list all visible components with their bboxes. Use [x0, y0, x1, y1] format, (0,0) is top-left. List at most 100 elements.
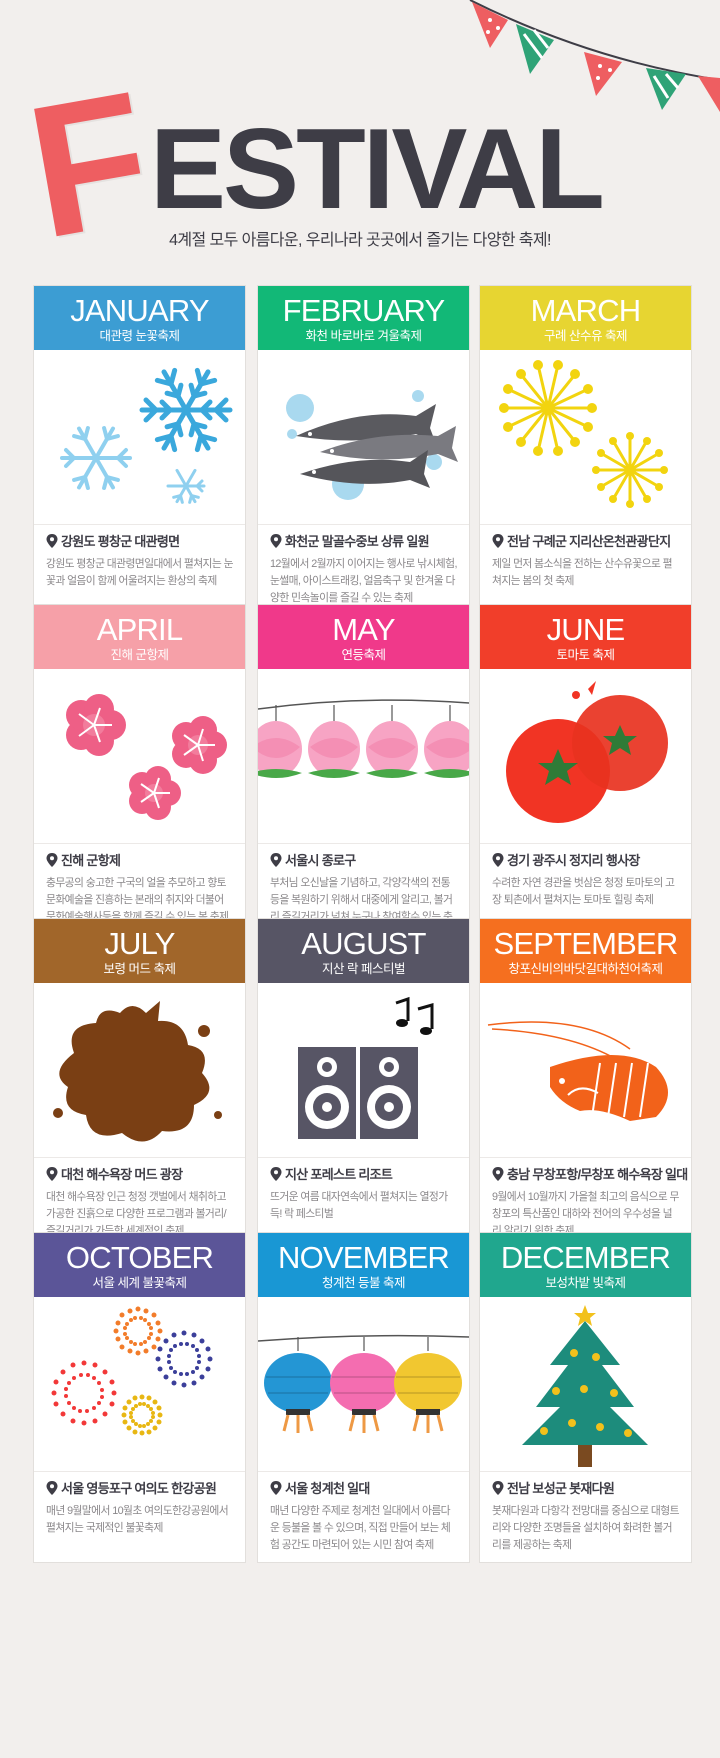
festival-card-september: SEPTEMBER 창포신비의바닷길대하천어축제 충남 무창포항/무창포 해수욕… [480, 919, 691, 1248]
month-header: JULY 보령 머드 축제 [34, 919, 245, 983]
location-text: 서울시 종로구 [285, 853, 356, 868]
month-header: NOVEMBER 청계천 등불 축제 [258, 1233, 469, 1297]
festival-name: 서울 세계 불꽃축제 [92, 1276, 187, 1290]
festival-card-february: FEBRUARY 화천 바로바로 겨울축제 화천군 말골수중보 상류 일원 12… [258, 286, 469, 615]
festival-location: 강원도 평창군 대관령면 [46, 533, 233, 551]
speaker-icon [298, 996, 434, 1139]
month-name: NOVEMBER [277, 1240, 450, 1275]
month-name: OCTOBER [65, 1240, 214, 1275]
location-pin-icon [46, 534, 58, 548]
location-pin-icon [46, 1167, 58, 1181]
month-name: JULY [104, 926, 175, 961]
festival-card-october: OCTOBER 서울 세계 불꽃축제 서울 영등포구 여의도 한강공원 매년 9… [34, 1233, 245, 1562]
month-header: OCTOBER 서울 세계 불꽃축제 [34, 1233, 245, 1297]
festival-illustration [480, 350, 691, 525]
festival-location: 지산 포레스트 리조트 [270, 1166, 457, 1184]
festival-illustration [258, 669, 469, 844]
festival-name: 창포신비의바닷길대하천어축제 [508, 962, 663, 976]
location-pin-icon [492, 1167, 504, 1181]
fireworks-icon [51, 1306, 213, 1436]
location-text: 전남 보성군 봇재다원 [507, 1481, 615, 1496]
festival-info: 서울 영등포구 여의도 한강공원 매년 9월말에서 10월초 여의도한강공원에서… [34, 1472, 245, 1537]
festival-description: 강원도 평창군 대관령면일대에서 펼쳐지는 눈꽃과 얼음이 함께 어울려지는 환… [46, 558, 234, 587]
festival-card-june: JUNE 토마토 축제 경기 광주시 정지리 행사장 수려한 자연 경관을 벗삼… [480, 605, 691, 934]
festival-name: 구례 산수유 축제 [544, 329, 627, 343]
month-header: DECEMBER 보성차밭 빛축제 [480, 1233, 691, 1297]
festival-card-july: JULY 보령 머드 축제 대천 해수욕장 머드 광장 대천 해수욕장 인근 청… [34, 919, 245, 1248]
festival-illustration [34, 1297, 245, 1472]
month-name: FEBRUARY [282, 293, 446, 328]
festival-card-april: APRIL 진해 군항제 진해 군항제 충무공의 숭고한 구국의 얼을 추모하고… [34, 605, 245, 934]
festival-card-may: MAY 연등축제 서울시 종로구 부처님 오신날을 기념하고, 각양각색의 전통… [258, 605, 469, 940]
mud-splash-icon [53, 1001, 222, 1142]
cherry-blossom-icon [66, 694, 227, 820]
festival-illustration [34, 669, 245, 844]
festival-illustration [258, 350, 469, 525]
month-name: AUGUST [301, 926, 426, 961]
month-header: MAY 연등축제 [258, 605, 469, 669]
festival-location: 진해 군항제 [46, 852, 233, 870]
festival-info: 서울 청계천 일대 매년 다양한 주제로 청계천 일대에서 아름다운 등불을 볼… [258, 1472, 469, 1554]
festival-description: 매년 다양한 주제로 청계천 일대에서 아름다운 등불을 볼 수 있으며, 직접… [270, 1505, 451, 1551]
month-header: JUNE 토마토 축제 [480, 605, 691, 669]
location-pin-icon [270, 534, 282, 548]
festival-info: 대천 해수욕장 머드 광장 대천 해수욕장 인근 청정 갯벌에서 채취하고 가공… [34, 1158, 245, 1240]
festival-location: 경기 광주시 정지리 행사장 [492, 852, 679, 870]
festival-info: 경기 광주시 정지리 행사장 수려한 자연 경관을 벗삼은 청정 토마토의 고장… [480, 844, 691, 909]
festival-card-march: MARCH 구례 산수유 축제 전남 구례군 지리산온천관광단지 제일 먼저 봄… [480, 286, 691, 615]
festival-location: 충남 무창포항/무창포 해수욕장 일대 [492, 1166, 688, 1184]
festival-illustration [34, 983, 245, 1158]
festival-card-august: AUGUST 지산 락 페스티벌 지산 포레스트 리조트 뜨거운 여름 대자연속… [258, 919, 469, 1248]
page-title: ESTIVAL [150, 106, 605, 233]
location-text: 화천군 말골수중보 상류 일원 [285, 534, 430, 549]
festival-card-january: JANUARY 대관령 눈꽃축제 강원도 평창군 대관령면 강원도 평창군 대관… [34, 286, 245, 615]
month-header: JANUARY 대관령 눈꽃축제 [34, 286, 245, 350]
sansuyu-flower-icon [499, 360, 668, 508]
header: F ESTIVAL 4계절 모두 아름다운, 우리나라 곳곳에서 즐기는 다양한… [0, 0, 720, 278]
location-text: 대천 해수욕장 머드 광장 [61, 1167, 183, 1182]
location-text: 충남 무창포항/무창포 해수욕장 일대 [507, 1167, 688, 1182]
month-name: JUNE [546, 612, 626, 647]
festival-location: 서울 영등포구 여의도 한강공원 [46, 1480, 233, 1498]
festival-name: 연등축제 [341, 648, 386, 662]
festival-illustration [258, 1297, 469, 1472]
location-text: 전남 구례군 지리산온천관광단지 [507, 534, 671, 549]
location-text: 진해 군항제 [61, 853, 121, 868]
christmas-tree-icon [522, 1305, 648, 1467]
festival-info: 화천군 말골수중보 상류 일원 12월에서 2월까지 이어지는 행사로 낚시체험… [258, 525, 469, 607]
location-pin-icon [46, 1481, 58, 1495]
festival-location: 대천 해수욕장 머드 광장 [46, 1166, 233, 1184]
festival-description: 뜨거운 여름 대자연속에서 펼쳐지는 열정가득! 락 페스티벌 [270, 1191, 448, 1220]
location-pin-icon [492, 534, 504, 548]
month-name: MARCH [530, 293, 641, 328]
location-text: 서울 청계천 일대 [285, 1481, 370, 1496]
festival-illustration [480, 1297, 691, 1472]
location-text: 지산 포레스트 리조트 [285, 1167, 393, 1182]
lotus-lantern-icon [258, 699, 469, 778]
festival-info: 진해 군항제 충무공의 숭고한 구국의 얼을 추모하고 향토 문화예술을 진흥하… [34, 844, 245, 926]
festival-location: 전남 보성군 봇재다원 [492, 1480, 679, 1498]
festival-location: 서울 청계천 일대 [270, 1480, 457, 1498]
shrimp-icon [487, 1021, 668, 1121]
festival-name: 보성차밭 빛축제 [545, 1276, 626, 1290]
location-pin-icon [46, 853, 58, 867]
festival-description: 수려한 자연 경관을 벗삼은 청정 토마토의 고장 퇴촌에서 펼쳐지는 토마토 … [492, 877, 675, 906]
location-pin-icon [492, 853, 504, 867]
location-pin-icon [270, 853, 282, 867]
tomato-icon [506, 681, 668, 823]
festival-illustration [258, 983, 469, 1158]
month-name: DECEMBER [500, 1240, 671, 1275]
festival-description: 제일 먼저 봄소식을 전하는 산수유꽃으로 펼쳐지는 봄의 첫 축제 [492, 558, 673, 587]
fish-icon [286, 390, 458, 500]
festival-name: 지산 락 페스티벌 [322, 962, 405, 976]
month-header: APRIL 진해 군항제 [34, 605, 245, 669]
month-name: APRIL [96, 612, 183, 647]
festival-description: 매년 9월말에서 10월초 여의도한강공원에서 펼쳐지는 국제적인 불꽃축제 [46, 1505, 229, 1534]
festival-location: 화천군 말골수중보 상류 일원 [270, 533, 457, 551]
festival-illustration [34, 350, 245, 525]
month-name: SEPTEMBER [493, 926, 678, 961]
festival-card-november: NOVEMBER 청계천 등불 축제 서울 청계천 일대 매년 다양한 주제로 … [258, 1233, 469, 1562]
festival-illustration [480, 983, 691, 1158]
location-text: 경기 광주시 정지리 행사장 [507, 853, 640, 868]
location-pin-icon [270, 1167, 282, 1181]
